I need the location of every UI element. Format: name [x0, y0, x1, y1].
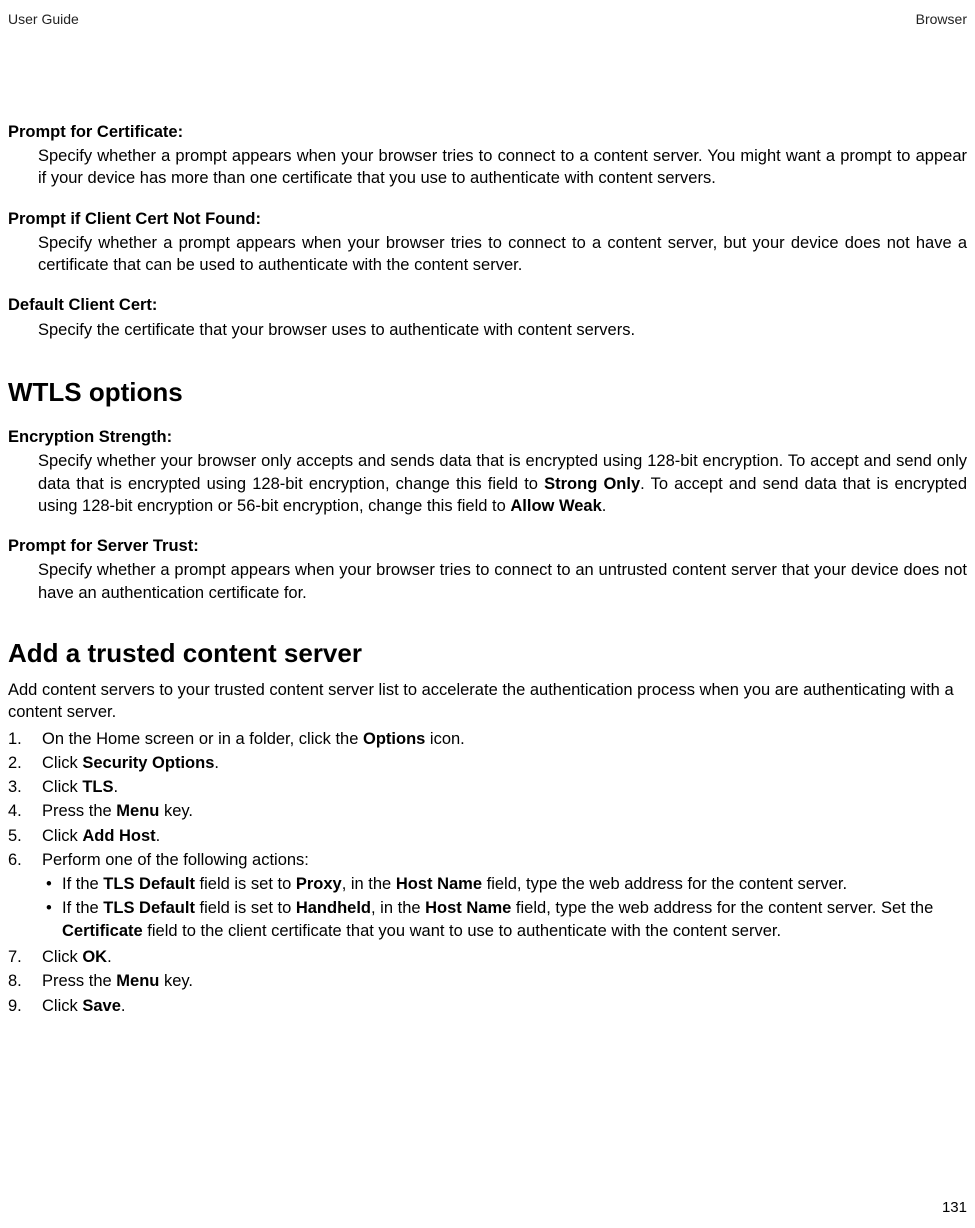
def-title: Prompt for Certificate:	[8, 121, 967, 143]
def-body: Specify whether a prompt appears when yo…	[38, 559, 967, 604]
step-num: 2.	[8, 752, 42, 774]
step-num: 1.	[8, 728, 42, 750]
bullet-dot: •	[42, 897, 62, 942]
def-prompt-for-server-trust: Prompt for Server Trust: Specify whether…	[8, 535, 967, 604]
header-right: Browser	[916, 10, 967, 29]
step-body: Click Add Host.	[42, 825, 967, 847]
step-body: Press the Menu key.	[42, 800, 967, 822]
step-num: 8.	[8, 970, 42, 992]
step-num: 6.	[8, 849, 42, 944]
def-prompt-for-certificate: Prompt for Certificate: Specify whether …	[8, 121, 967, 190]
heading-wtls-options: WTLS options	[8, 375, 967, 410]
sub-bullets: •If the TLS Default field is set to Prox…	[42, 873, 967, 942]
step-7: 7.Click OK.	[8, 946, 967, 968]
step-3: 3.Click TLS.	[8, 776, 967, 798]
page-number: 131	[942, 1198, 967, 1218]
def-title: Prompt if Client Cert Not Found:	[8, 208, 967, 230]
def-body: Specify whether your browser only accept…	[38, 450, 967, 517]
step-8: 8.Press the Menu key.	[8, 970, 967, 992]
page-header: User Guide Browser	[8, 10, 967, 29]
step-text: Perform one of the following actions:	[42, 851, 309, 869]
definitions-section-1: Prompt for Certificate: Specify whether …	[8, 121, 967, 341]
step-5: 5.Click Add Host.	[8, 825, 967, 847]
definitions-section-wtls: Encryption Strength: Specify whether you…	[8, 426, 967, 604]
step-body: Click Save.	[42, 995, 967, 1017]
step-6: 6. Perform one of the following actions:…	[8, 849, 967, 944]
def-body: Specify whether a prompt appears when yo…	[38, 232, 967, 277]
step-body: Press the Menu key.	[42, 970, 967, 992]
def-title: Encryption Strength:	[8, 426, 967, 448]
add-intro: Add content servers to your trusted cont…	[8, 679, 967, 724]
def-body: Specify the certificate that your browse…	[38, 319, 967, 341]
step-9: 9.Click Save.	[8, 995, 967, 1017]
bullet-body: If the TLS Default field is set to Handh…	[62, 897, 967, 942]
step-body: Click TLS.	[42, 776, 967, 798]
step-num: 9.	[8, 995, 42, 1017]
steps-list: 1.On the Home screen or in a folder, cli…	[8, 728, 967, 1017]
step-4: 4.Press the Menu key.	[8, 800, 967, 822]
step-num: 5.	[8, 825, 42, 847]
step-2: 2.Click Security Options.	[8, 752, 967, 774]
step-body: On the Home screen or in a folder, click…	[42, 728, 967, 750]
bullet-dot: •	[42, 873, 62, 895]
step-num: 7.	[8, 946, 42, 968]
step-num: 3.	[8, 776, 42, 798]
def-encryption-strength: Encryption Strength: Specify whether you…	[8, 426, 967, 517]
def-title: Default Client Cert:	[8, 294, 967, 316]
step-body: Click Security Options.	[42, 752, 967, 774]
heading-add-trusted-content-server: Add a trusted content server	[8, 636, 967, 671]
bullet-body: If the TLS Default field is set to Proxy…	[62, 873, 967, 895]
step-body: Click OK.	[42, 946, 967, 968]
def-title: Prompt for Server Trust:	[8, 535, 967, 557]
sub-bullet: •If the TLS Default field is set to Prox…	[42, 873, 967, 895]
sub-bullet: •If the TLS Default field is set to Hand…	[42, 897, 967, 942]
step-num: 4.	[8, 800, 42, 822]
header-left: User Guide	[8, 10, 79, 29]
step-1: 1.On the Home screen or in a folder, cli…	[8, 728, 967, 750]
def-body: Specify whether a prompt appears when yo…	[38, 145, 967, 190]
def-default-client-cert: Default Client Cert: Specify the certifi…	[8, 294, 967, 341]
step-body: Perform one of the following actions: •I…	[42, 849, 967, 944]
def-prompt-if-client-cert-not-found: Prompt if Client Cert Not Found: Specify…	[8, 208, 967, 277]
